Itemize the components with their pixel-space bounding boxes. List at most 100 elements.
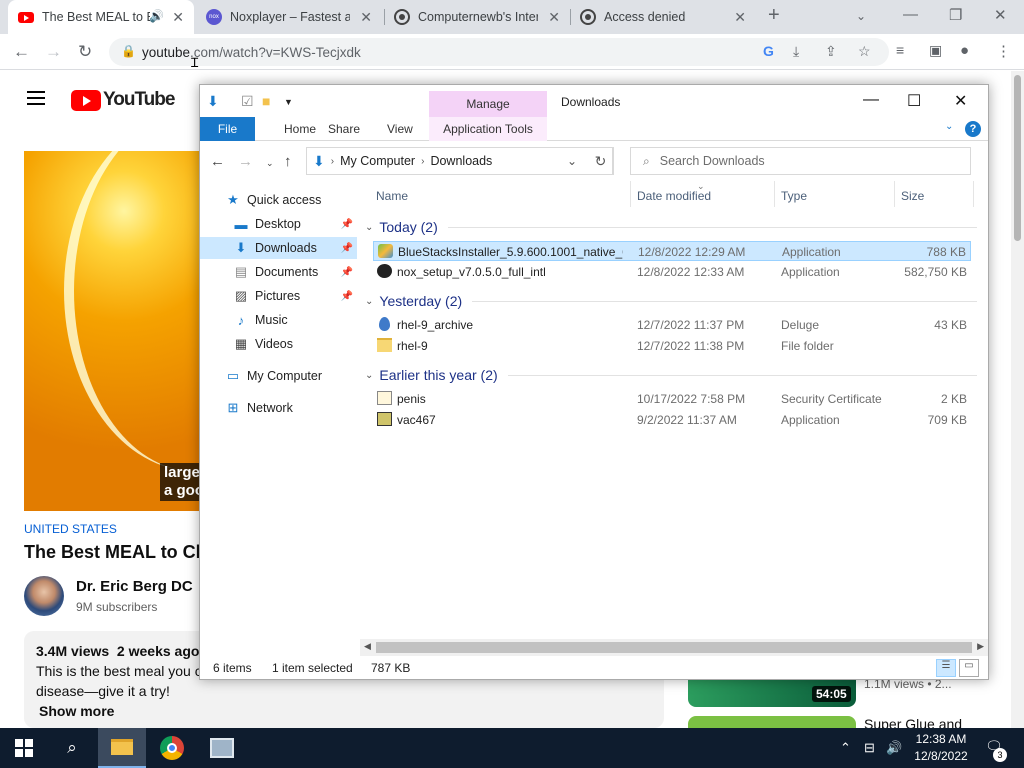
download-icon[interactable]: ⬇ <box>207 93 219 110</box>
file-row[interactable]: rhel-9_archive 12/7/2022 11:37 PM Deluge… <box>373 315 971 335</box>
column-separator[interactable] <box>774 181 775 207</box>
video-player[interactable] <box>24 151 200 511</box>
tab-noxplayer[interactable]: nox Noxplayer – Fastest and ✕ <box>196 0 382 34</box>
tab-close-icon[interactable]: ✕ <box>734 9 746 26</box>
breadcrumb-my-computer[interactable]: My Computer <box>340 154 415 168</box>
url-text[interactable]: youtube.com/watch?v=KWS-Tecjxdk <box>142 45 361 60</box>
close-icon[interactable]: ✕ <box>954 91 967 111</box>
maximize-icon[interactable]: ☐ <box>907 91 921 111</box>
nav-item-videos[interactable]: ▦ Videos <box>200 333 357 355</box>
youtube-logo[interactable]: YouTube <box>71 89 175 111</box>
expand-ribbon-icon[interactable]: ⌄ <box>945 121 953 132</box>
restore-icon[interactable]: ❐ <box>949 6 962 24</box>
tab-file[interactable]: File <box>200 117 255 141</box>
location-tag[interactable]: UNITED STATES <box>24 522 117 536</box>
tab-youtube[interactable]: The Best MEAL to E 🔊 ✕ <box>8 0 194 34</box>
bookmark-star-icon[interactable]: ☆ <box>858 43 871 60</box>
explorer-title-bar[interactable]: ⬇ ☑ ■ ▼ Manage Downloads — ☐ ✕ <box>200 85 988 117</box>
properties-icon[interactable]: ☑ <box>241 93 254 110</box>
related-video-thumbnail[interactable] <box>688 716 856 728</box>
tab-close-icon[interactable]: ✕ <box>360 9 372 26</box>
page-scrollbar[interactable] <box>1011 71 1024 728</box>
minimize-icon[interactable]: — <box>863 91 879 109</box>
column-separator[interactable] <box>894 181 895 207</box>
pin-icon[interactable]: 📌 <box>341 243 353 254</box>
show-hidden-icons-chevron-icon[interactable]: ⌃ <box>840 740 851 756</box>
media-controls-icon[interactable]: ≡ <box>896 42 904 58</box>
column-header-name[interactable]: Name <box>376 189 408 203</box>
taskbar-chrome[interactable] <box>148 728 196 768</box>
column-separator[interactable] <box>973 181 974 207</box>
nav-item-music[interactable]: ♪ Music <box>200 309 357 331</box>
share-icon[interactable]: ⇪ <box>825 43 837 60</box>
column-separator[interactable] <box>630 181 631 207</box>
nav-item-documents[interactable]: ▤ Documents 📌 <box>200 261 357 283</box>
profile-icon[interactable]: ● <box>960 42 969 59</box>
nav-item-network[interactable]: ⊞ Network <box>200 397 357 419</box>
file-row[interactable]: vac467 9/2/2022 11:37 AM Application 709… <box>373 410 971 430</box>
hamburger-menu-icon[interactable] <box>27 91 45 109</box>
tab-close-icon[interactable]: ✕ <box>548 9 560 26</box>
column-header-date[interactable]: Date modified <box>637 189 711 203</box>
scroll-left-icon[interactable]: ◀ <box>364 641 371 652</box>
file-row[interactable]: penis 10/17/2022 7:58 PM Security Certif… <box>373 389 971 409</box>
scrollbar-thumb[interactable] <box>1014 75 1021 241</box>
network-tray-icon[interactable]: ⊟ <box>864 740 875 756</box>
large-icons-view-icon[interactable]: ▭ <box>959 659 979 677</box>
up-arrow-icon[interactable]: ↑ <box>284 153 292 170</box>
new-folder-icon[interactable]: ■ <box>262 93 270 109</box>
help-icon[interactable]: ? <box>965 121 981 137</box>
nav-item-desktop[interactable]: ▬ Desktop 📌 <box>200 213 357 235</box>
tab-view[interactable]: View <box>377 117 423 141</box>
system-clock[interactable]: 12:38 AM 12/8/2022 <box>906 731 976 765</box>
tab-close-icon[interactable]: ✕ <box>172 9 184 26</box>
back-arrow-icon[interactable]: ← <box>13 42 30 62</box>
customize-qat-icon[interactable]: ▼ <box>284 97 293 107</box>
pin-icon[interactable]: 📌 <box>341 219 353 230</box>
scrollbar-thumb[interactable] <box>376 642 972 653</box>
menu-kebab-icon[interactable]: ⋮ <box>996 42 1011 60</box>
forward-arrow-icon[interactable]: → <box>45 42 62 62</box>
file-row[interactable]: nox_setup_v7.0.5.0_full_intl 12/8/2022 1… <box>373 262 971 282</box>
tab-access-denied[interactable]: Access denied ✕ <box>570 0 756 34</box>
minimize-icon[interactable]: — <box>903 6 918 23</box>
tab-computernewb[interactable]: Computernewb's Interne ✕ <box>384 0 570 34</box>
search-icon[interactable]: ⌕ <box>48 728 96 768</box>
channel-name[interactable]: Dr. Eric Berg DC <box>76 578 193 595</box>
taskbar-app[interactable] <box>198 728 246 768</box>
nav-item-quick-access[interactable]: ★ Quick access <box>200 189 357 211</box>
forward-arrow-icon[interactable]: → <box>238 153 253 170</box>
pin-icon[interactable]: 📌 <box>341 267 353 278</box>
speaker-icon[interactable]: 🔊 <box>149 9 164 23</box>
install-icon[interactable]: ⤓ <box>793 43 799 60</box>
column-header-size[interactable]: Size <box>901 189 924 203</box>
file-row[interactable]: rhel-9 12/7/2022 11:38 PM File folder <box>373 336 971 356</box>
pin-icon[interactable]: 📌 <box>341 291 353 302</box>
breadcrumb-downloads[interactable]: Downloads <box>430 154 492 168</box>
address-bar[interactable]: 🔒 youtube.com/watch?v=KWS-Tecjxdk G ⤓ ⇪ … <box>109 38 889 66</box>
channel-avatar[interactable] <box>24 576 64 616</box>
volume-icon[interactable]: 🔊 <box>886 740 902 756</box>
show-more-button[interactable]: Show more <box>39 701 652 721</box>
address-dropdown-icon[interactable]: ⌄ <box>567 154 577 168</box>
group-header-today[interactable]: ⌄ Today (2) <box>365 219 977 235</box>
manage-tab[interactable]: Manage <box>429 91 547 117</box>
new-tab-icon[interactable]: + <box>768 4 780 27</box>
tab-search-chevron-icon[interactable]: ⌄ <box>856 9 866 23</box>
search-input[interactable]: ⌕ Search Downloads <box>630 147 971 175</box>
chevron-right-icon[interactable]: › <box>421 156 424 167</box>
group-header-earlier-this-year[interactable]: ⌄ Earlier this year (2) <box>365 367 977 383</box>
side-panel-icon[interactable]: ▣ <box>929 42 942 59</box>
close-icon[interactable]: ✕ <box>994 6 1007 24</box>
reload-icon[interactable]: ↻ <box>78 42 92 62</box>
column-header-type[interactable]: Type <box>781 189 807 203</box>
google-icon[interactable]: G <box>763 43 774 59</box>
chevron-right-icon[interactable]: › <box>331 156 334 167</box>
group-header-yesterday[interactable]: ⌄ Yesterday (2) <box>365 293 977 309</box>
back-arrow-icon[interactable]: ← <box>210 153 225 170</box>
recent-locations-icon[interactable]: ⌄ <box>266 158 274 169</box>
horizontal-scrollbar[interactable]: ◀ ▶ <box>360 639 988 656</box>
details-view-icon[interactable]: ☰ <box>936 659 956 677</box>
scroll-right-icon[interactable]: ▶ <box>977 641 984 652</box>
nav-item-downloads[interactable]: ⬇ Downloads 📌 <box>200 237 357 259</box>
